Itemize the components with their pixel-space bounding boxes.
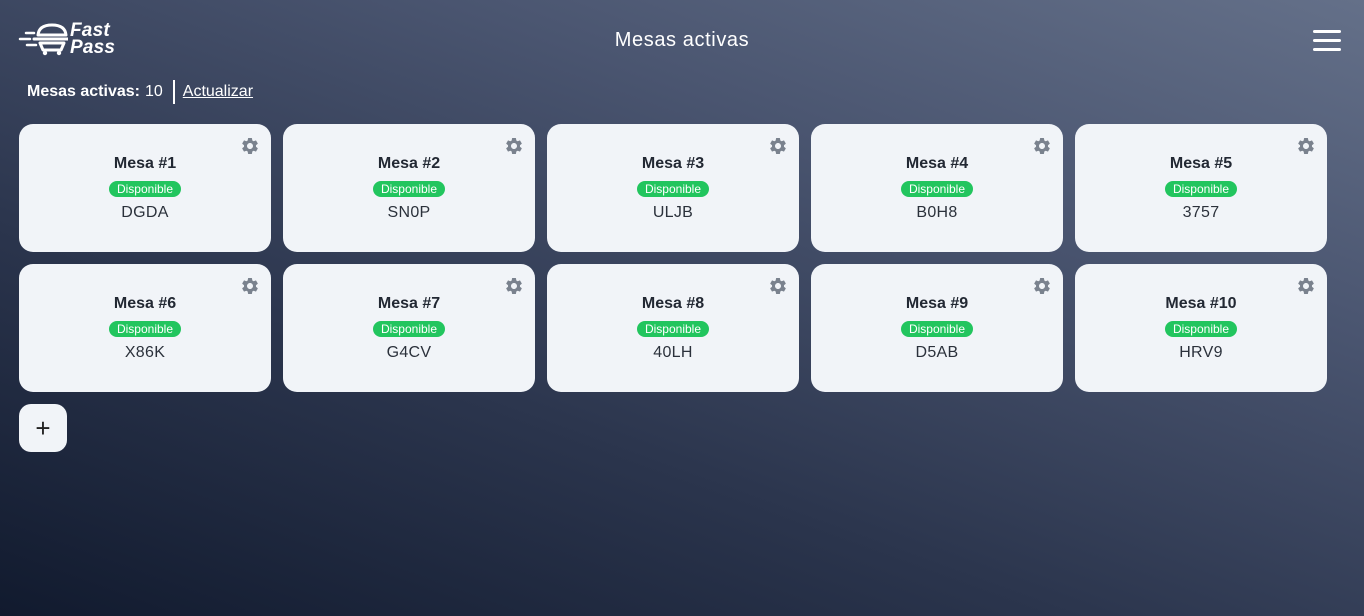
status-badge: Disponible	[1164, 181, 1238, 197]
gear-icon[interactable]	[1032, 136, 1052, 156]
table-title: Mesa #10	[1165, 295, 1237, 312]
table-title: Mesa #7	[377, 295, 441, 312]
page-title: Mesas activas	[614, 29, 750, 51]
gear-icon[interactable]	[768, 136, 788, 156]
table-title: Mesa #4	[905, 155, 969, 172]
table-title: Mesa #8	[641, 295, 705, 312]
gear-icon[interactable]	[240, 136, 260, 156]
table-card[interactable]: Mesa #10 Disponible HRV9	[1075, 264, 1327, 392]
refresh-link[interactable]: Actualizar	[183, 83, 253, 101]
gear-icon[interactable]	[1296, 136, 1316, 156]
table-card[interactable]: Mesa #1 Disponible DGDA	[19, 124, 271, 252]
hamburger-menu-button[interactable]	[1313, 30, 1341, 52]
table-code: ULJB	[652, 204, 694, 221]
table-card[interactable]: Mesa #7 Disponible G4CV	[283, 264, 535, 392]
tables-grid: Mesa #1 Disponible DGDA Mesa #2 Disponible SN…	[19, 124, 1327, 392]
table-code: D5AB	[915, 344, 959, 361]
status-badge: Disponible	[1164, 321, 1238, 337]
table-title: Mesa #9	[905, 295, 969, 312]
table-code: B0H8	[916, 204, 958, 221]
table-card[interactable]: Mesa #9 Disponible D5AB	[811, 264, 1063, 392]
table-code: HRV9	[1179, 344, 1223, 361]
status-badge: Disponible	[900, 321, 974, 337]
hamburger-menu-icon	[1313, 39, 1341, 42]
status-bar: Mesas activas: 10 Actualizar	[27, 80, 253, 104]
status-badge: Disponible	[636, 321, 710, 337]
table-title: Mesa #6	[113, 295, 177, 312]
active-tables-label: Mesas activas:	[27, 83, 140, 100]
status-badge: Disponible	[900, 181, 974, 197]
table-card[interactable]: Mesa #4 Disponible B0H8	[811, 124, 1063, 252]
gear-icon[interactable]	[1032, 276, 1052, 296]
table-code: 3757	[1182, 204, 1220, 221]
status-badge: Disponible	[372, 321, 446, 337]
plus-icon: +	[35, 413, 51, 443]
table-title: Mesa #2	[377, 155, 441, 172]
status-badge: Disponible	[108, 181, 182, 197]
gear-icon[interactable]	[504, 276, 524, 296]
table-title: Mesa #5	[1169, 155, 1233, 172]
active-tables-count: 10	[144, 83, 163, 100]
status-badge: Disponible	[108, 321, 182, 337]
table-card[interactable]: Mesa #5 Disponible 3757	[1075, 124, 1327, 252]
hamburger-menu-icon	[1313, 48, 1341, 51]
gear-icon[interactable]	[240, 276, 260, 296]
table-card[interactable]: Mesa #2 Disponible SN0P	[283, 124, 535, 252]
table-code: DGDA	[121, 204, 169, 221]
table-code: 40LH	[653, 344, 693, 361]
status-badge: Disponible	[636, 181, 710, 197]
table-card[interactable]: Mesa #6 Disponible X86K	[19, 264, 271, 392]
gear-icon[interactable]	[1296, 276, 1316, 296]
table-card[interactable]: Mesa #3 Disponible ULJB	[547, 124, 799, 252]
gear-icon[interactable]	[768, 276, 788, 296]
table-code: SN0P	[387, 204, 431, 221]
table-title: Mesa #3	[641, 155, 705, 172]
status-badge: Disponible	[372, 181, 446, 197]
gear-icon[interactable]	[504, 136, 524, 156]
table-code: G4CV	[386, 344, 432, 361]
table-code: X86K	[124, 344, 166, 361]
table-title: Mesa #1	[113, 155, 177, 172]
add-table-button[interactable]: +	[19, 404, 67, 452]
table-card[interactable]: Mesa #8 Disponible 40LH	[547, 264, 799, 392]
hamburger-menu-icon	[1313, 30, 1341, 33]
divider	[172, 80, 175, 104]
